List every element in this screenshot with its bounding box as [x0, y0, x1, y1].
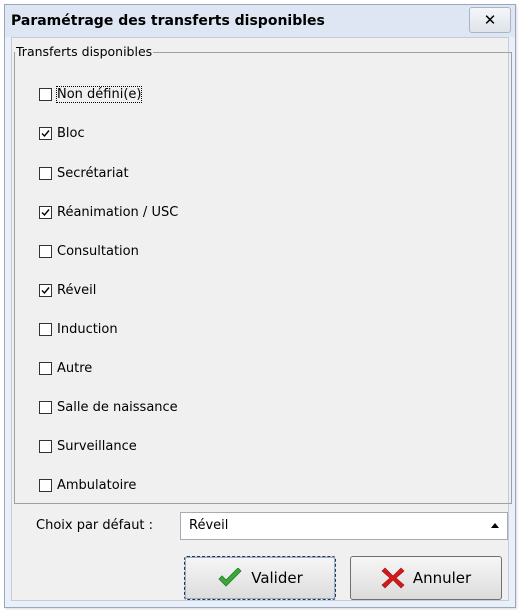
checkbox-bloc[interactable]: Bloc [39, 123, 85, 143]
checkbox-reanimation[interactable]: Réanimation / USC [39, 202, 178, 222]
annuler-button[interactable]: Annuler [350, 556, 502, 600]
checkbox-label: Réveil [57, 282, 97, 298]
checkbox-box[interactable] [39, 87, 52, 101]
checkbox-label: Réanimation / USC [57, 204, 179, 220]
cross-icon [381, 566, 405, 590]
checkbox-surveillance[interactable]: Surveillance [39, 436, 137, 456]
checkmark-icon [217, 568, 243, 588]
checkbox-secretariat[interactable]: Secrétariat [39, 163, 129, 183]
checkbox-box[interactable] [39, 439, 52, 453]
checkbox-salle-de-naissance[interactable]: Salle de naissance [39, 397, 178, 417]
default-choice-select[interactable]: Réveil [180, 512, 508, 540]
transfers-dialog: Paramétrage des transferts disponibles ✕… [4, 4, 516, 608]
checkbox-induction[interactable]: Induction [39, 319, 118, 339]
default-choice-value: Réveil [189, 518, 229, 533]
close-icon: ✕ [483, 11, 497, 29]
title-bar: Paramétrage des transferts disponibles ✕ [5, 5, 515, 37]
checkbox-box[interactable] [39, 283, 52, 297]
checkbox-ambulatoire[interactable]: Ambulatoire [39, 475, 136, 495]
valider-button[interactable]: Valider [184, 556, 336, 600]
checkbox-box[interactable] [39, 244, 52, 258]
checkbox-box[interactable] [39, 126, 52, 140]
checkbox-label: Non défini(e) [55, 85, 143, 103]
checkbox-box[interactable] [39, 166, 52, 180]
checkbox-label: Surveillance [57, 438, 137, 454]
checkbox-label: Consultation [57, 243, 139, 259]
valider-label: Valider [251, 569, 303, 587]
checkbox-label: Bloc [57, 125, 85, 141]
annuler-label: Annuler [412, 569, 472, 587]
checkbox-label: Salle de naissance [57, 399, 178, 415]
checkbox-label: Ambulatoire [57, 477, 137, 493]
checkbox-autre[interactable]: Autre [39, 358, 92, 378]
checkbox-box[interactable] [39, 205, 52, 219]
checkbox-box[interactable] [39, 322, 52, 336]
checkbox-reveil[interactable]: Réveil [39, 280, 96, 300]
default-choice-label: Choix par défaut : [36, 518, 154, 533]
close-button[interactable]: ✕ [469, 7, 511, 33]
dialog-title: Paramétrage des transferts disponibles [11, 13, 325, 29]
default-choice-row: Choix par défaut : Réveil [12, 506, 512, 546]
checkbox-box[interactable] [39, 361, 52, 375]
checkbox-label: Autre [57, 360, 93, 376]
checkbox-label: Secrétariat [57, 165, 129, 181]
checkbox-box[interactable] [39, 478, 52, 492]
checkbox-consultation[interactable]: Consultation [39, 241, 139, 261]
checkbox-label: Induction [57, 321, 118, 337]
checkbox-box[interactable] [39, 400, 52, 414]
groupbox-legend: Transferts disponibles [15, 44, 154, 59]
checkbox-non-defini[interactable]: Non défini(e) [39, 84, 143, 104]
transfers-groupbox: Transferts disponibles Non défini(e) Blo… [14, 44, 512, 504]
dropdown-arrow-icon[interactable] [485, 515, 505, 535]
dialog-client-area: Transferts disponibles Non défini(e) Blo… [11, 37, 512, 601]
